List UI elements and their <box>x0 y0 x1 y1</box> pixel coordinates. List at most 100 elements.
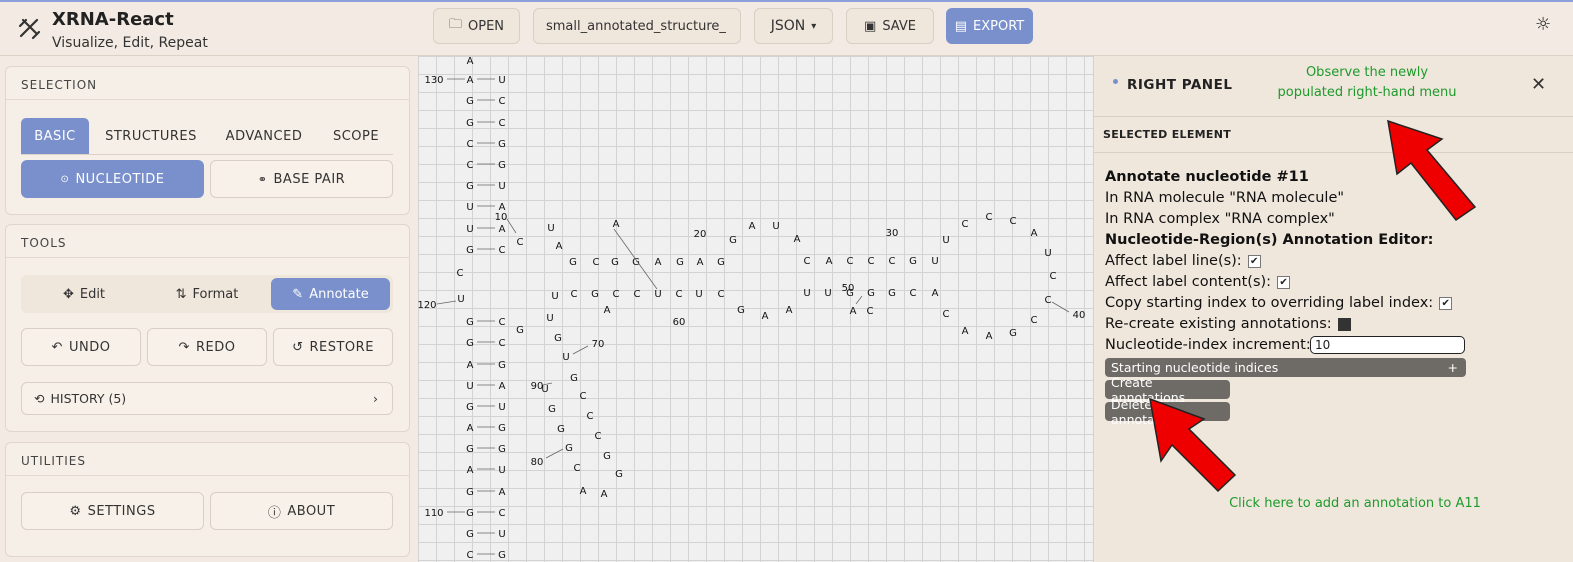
nucleotide[interactable]: G <box>466 487 474 498</box>
nucleotide[interactable]: C <box>499 118 506 129</box>
base-pair-button[interactable]: ⚭ BASE PAIR <box>210 160 393 198</box>
settings-button[interactable]: ⚙ SETTINGS <box>21 492 204 530</box>
nucleotide[interactable]: G <box>466 529 474 540</box>
nucleotide[interactable]: A <box>826 256 833 267</box>
checkbox[interactable] <box>1337 317 1351 331</box>
nucleotide[interactable]: C <box>847 256 854 267</box>
nucleotide[interactable]: G <box>466 338 474 349</box>
checkbox[interactable]: ✔ <box>1439 296 1453 310</box>
nucleotide[interactable]: A <box>962 326 969 337</box>
redo-button[interactable]: ↷ REDO <box>147 328 267 366</box>
nucleotide[interactable]: G <box>498 423 506 434</box>
nucleotide[interactable]: C <box>1050 271 1057 282</box>
nucleotide[interactable]: A <box>932 288 939 299</box>
nucleotide[interactable]: G <box>632 257 640 268</box>
nucleotide[interactable]: C <box>499 245 506 256</box>
nucleotide[interactable]: G <box>729 235 737 246</box>
nucleotide[interactable]: U <box>457 294 464 305</box>
nucleotide[interactable]: U <box>466 381 473 392</box>
filename-input[interactable]: small_annotated_structure_ <box>533 8 741 44</box>
nucleotide[interactable]: G <box>516 325 524 336</box>
nucleotide[interactable]: U <box>695 289 702 300</box>
nucleotide[interactable]: C <box>804 256 811 267</box>
nucleotide[interactable]: A <box>850 306 857 317</box>
nucleotide[interactable]: G <box>498 139 506 150</box>
nucleotide[interactable]: C <box>868 256 875 267</box>
tab-structures[interactable]: STRUCTURES <box>97 118 205 154</box>
nucleotide[interactable]: A <box>794 234 801 245</box>
sun-icon[interactable]: ☼ <box>1535 14 1551 35</box>
nucleotide[interactable]: C <box>467 550 474 561</box>
save-button[interactable]: ▣ SAVE <box>846 8 934 44</box>
nucleotide[interactable]: A <box>655 257 662 268</box>
tab-scope[interactable]: SCOPE <box>325 118 387 154</box>
checkbox[interactable]: ✔ <box>1277 275 1291 289</box>
nucleotide[interactable]: G <box>548 404 556 415</box>
nucleotide[interactable]: A <box>786 305 793 316</box>
nucleotide[interactable]: C <box>718 289 725 300</box>
nucleotide[interactable]: G <box>466 444 474 455</box>
nucleotide[interactable]: U <box>466 202 473 213</box>
nucleotide-group[interactable]: AA UG CG CC GC GG UU AU AG CG CG CA GU AG UA GG GA UG AG CG… <box>436 56 1070 561</box>
nucleotide[interactable]: C <box>593 257 600 268</box>
nucleotide[interactable]: C <box>889 256 896 267</box>
nucleotide[interactable]: G <box>676 257 684 268</box>
nucleotide[interactable]: G <box>557 424 565 435</box>
nucleotide[interactable]: C <box>467 160 474 171</box>
nucleotide[interactable]: U <box>1044 248 1051 259</box>
nucleotide[interactable]: G <box>466 245 474 256</box>
nucleotide[interactable]: G <box>569 257 577 268</box>
rna-structure-drawing[interactable]: AA UG CG CC GC GG UU AU AG CG CG CA GU AG UA GG GA UG AG CG… <box>418 56 1093 562</box>
nucleotide[interactable]: C <box>499 317 506 328</box>
nucleotide[interactable]: G <box>466 402 474 413</box>
close-icon[interactable]: ✕ <box>1531 74 1546 95</box>
nucleotide[interactable]: G <box>591 289 599 300</box>
nucleotide[interactable]: C <box>1045 295 1052 306</box>
open-button[interactable]: 🗀 OPEN <box>433 8 520 44</box>
nucleotide[interactable]: C <box>587 411 594 422</box>
nucleotide[interactable]: C <box>571 289 578 300</box>
nucleotide[interactable]: G <box>466 317 474 328</box>
tab-basic[interactable]: BASIC <box>21 118 89 154</box>
nucleotide[interactable]: C <box>580 391 587 402</box>
nucleotide[interactable]: G <box>554 333 562 344</box>
nucleotide[interactable]: U <box>803 288 810 299</box>
nucleotide[interactable]: C <box>499 338 506 349</box>
nucleotide[interactable]: A <box>580 486 587 497</box>
nucleotide[interactable]: C <box>676 289 683 300</box>
nucleotide[interactable]: G <box>909 256 917 267</box>
nucleotide[interactable]: U <box>551 291 558 302</box>
nucleotide[interactable]: C <box>467 139 474 150</box>
undo-button[interactable]: ↶ UNDO <box>21 328 141 366</box>
checkbox[interactable]: ✔ <box>1247 254 1261 268</box>
increment-input[interactable]: 10 <box>1310 336 1465 354</box>
format-mode-button[interactable]: ⇅ Format <box>148 278 266 310</box>
nucleotide[interactable]: U <box>824 288 831 299</box>
nucleotide[interactable]: G <box>466 118 474 129</box>
nucleotide[interactable]: C <box>1031 315 1038 326</box>
nucleotide-button[interactable]: ⊙ NUCLEOTIDE <box>21 160 204 198</box>
nucleotide[interactable]: U <box>498 465 505 476</box>
nucleotide[interactable]: C <box>457 268 464 279</box>
nucleotide[interactable]: A <box>556 241 563 252</box>
edit-mode-button[interactable]: ✥ Edit <box>25 278 143 310</box>
nucleotide[interactable]: A <box>499 487 506 498</box>
nucleotide[interactable]: C <box>634 289 641 300</box>
nucleotide[interactable]: C <box>867 306 874 317</box>
nucleotide[interactable]: A <box>499 381 506 392</box>
nucleotide[interactable]: G <box>565 443 573 454</box>
nucleotide[interactable]: G <box>603 451 611 462</box>
nucleotide[interactable]: G <box>867 288 875 299</box>
nucleotide[interactable]: G <box>717 257 725 268</box>
nucleotide[interactable]: C <box>517 237 524 248</box>
nucleotide[interactable]: A <box>749 221 756 232</box>
nucleotide[interactable]: C <box>499 508 506 519</box>
nucleotide[interactable]: G <box>1009 328 1017 339</box>
nucleotide[interactable]: G <box>611 257 619 268</box>
nucleotide[interactable]: A <box>467 56 474 67</box>
nucleotide[interactable]: G <box>466 96 474 107</box>
nucleotide[interactable]: U <box>546 313 553 324</box>
nucleotide[interactable]: C <box>1010 216 1017 227</box>
nucleotide[interactable]: U <box>498 181 505 192</box>
nucleotide[interactable]: C <box>574 463 581 474</box>
